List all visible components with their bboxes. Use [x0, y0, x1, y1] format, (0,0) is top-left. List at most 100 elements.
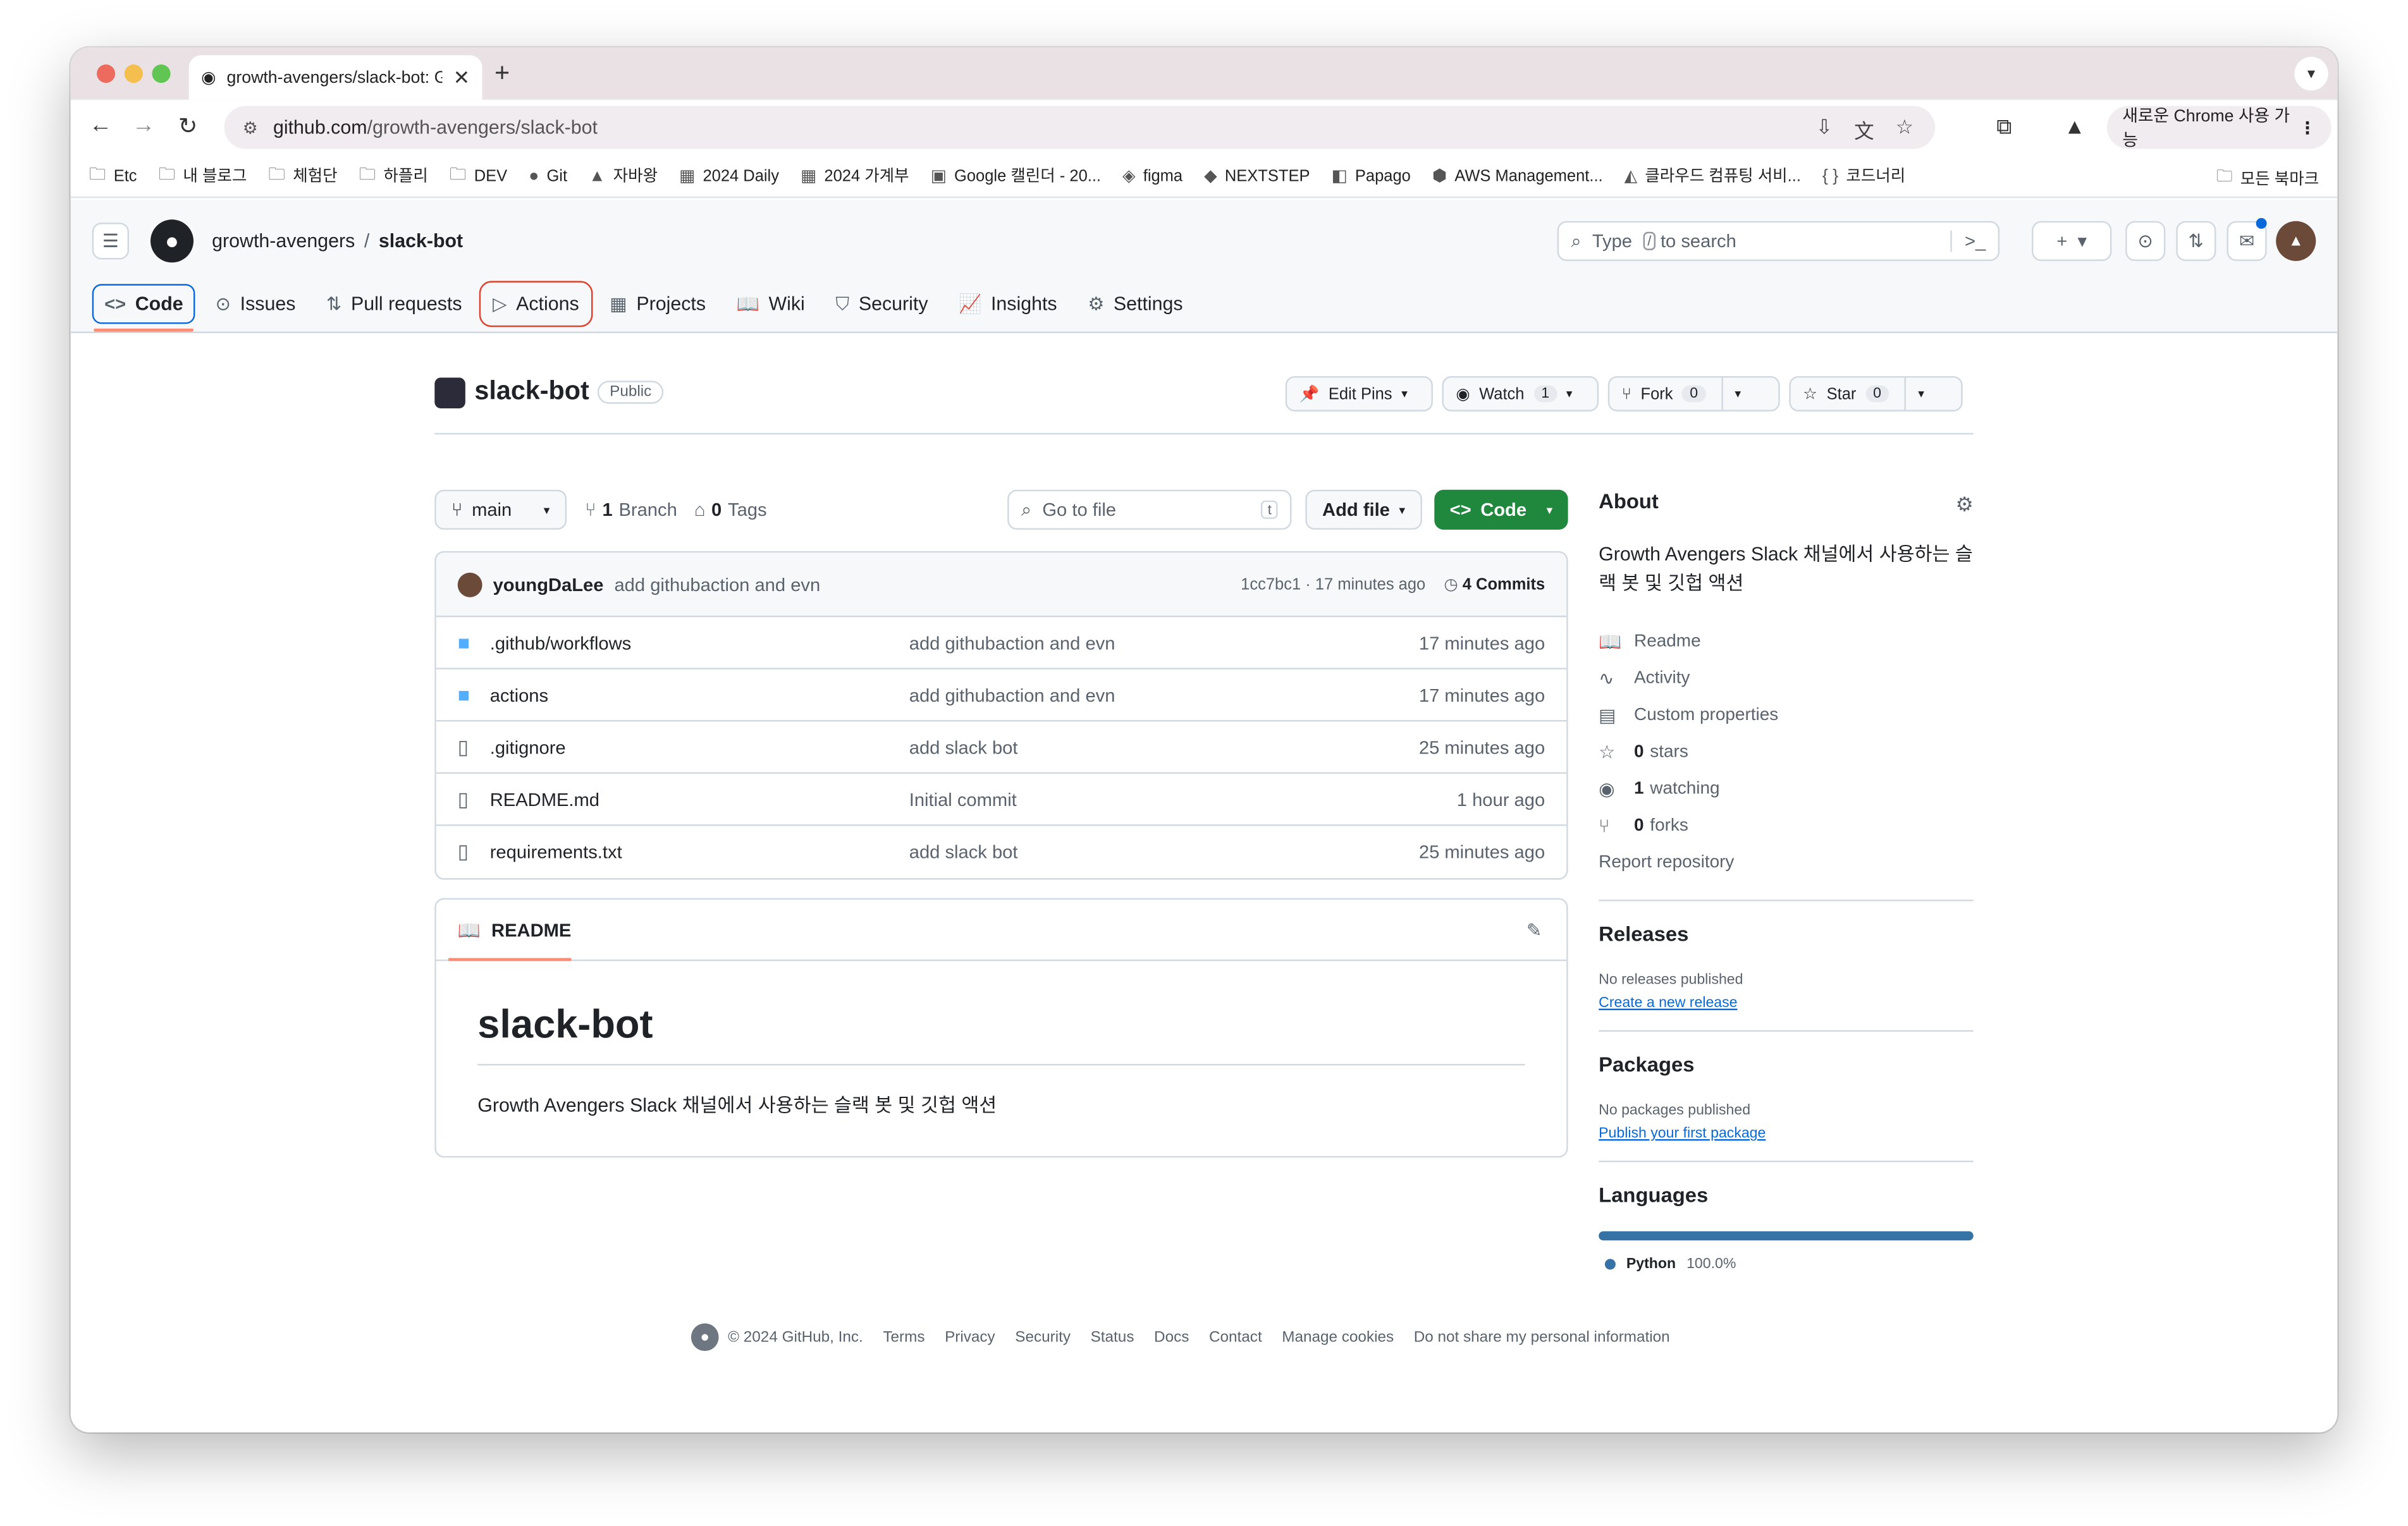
new-tab-button[interactable]: + — [494, 58, 510, 89]
commits-link[interactable]: ◷ 4 Commits — [1444, 575, 1545, 594]
github-logo-icon[interactable]: ● — [691, 1323, 719, 1352]
bookmark-item[interactable]: 🗀 내 블로그 — [159, 161, 247, 190]
commit-author-avatar[interactable] — [457, 571, 482, 597]
bookmark-item[interactable]: ● Git — [529, 167, 567, 185]
install-app-icon[interactable]: ⇩ — [1816, 115, 1833, 144]
github-logo-icon[interactable]: ● — [150, 219, 194, 263]
file-row[interactable]: ▯ .gitignore add slack bot 25 minutes ago — [436, 721, 1567, 774]
bookmark-item[interactable]: ▦ 2024 Daily — [679, 166, 779, 186]
add-file-button[interactable]: Add file ▾ — [1305, 489, 1422, 530]
file-commit-message[interactable]: add slack bot — [909, 841, 1018, 863]
file-commit-message[interactable]: add githubaction and evn — [909, 632, 1115, 653]
readme-tab[interactable]: 📖 README ✎ — [436, 900, 1567, 961]
pull-requests-icon[interactable]: ⇅ — [2176, 221, 2216, 261]
search-input[interactable]: ⌕ Type / to search >_ — [1557, 221, 2000, 261]
bookmark-item[interactable]: 🗀 체험단 — [268, 161, 337, 190]
pencil-icon[interactable]: ✎ — [1526, 919, 1542, 941]
tab-actions[interactable]: ▷ Actions — [479, 281, 593, 327]
tab-code[interactable]: <> Code — [92, 284, 196, 332]
footer-link[interactable]: Security — [1015, 1329, 1071, 1346]
activity-link[interactable]: ∿ Activity — [1599, 660, 1974, 697]
file-name[interactable]: README.md — [490, 788, 599, 810]
file-name[interactable]: requirements.txt — [490, 841, 622, 863]
file-commit-message[interactable]: add slack bot — [909, 736, 1018, 758]
commit-message[interactable]: add githubaction and evn — [614, 573, 820, 595]
maximize-window-button[interactable] — [152, 64, 171, 83]
command-palette-icon[interactable]: >_ — [1951, 230, 1986, 252]
file-row[interactable]: ■ actions add githubaction and evn 17 minut… — [436, 669, 1567, 722]
extensions-icon[interactable]: ⧉ — [1996, 114, 2012, 140]
stars-link[interactable]: ☆ 0 stars — [1599, 734, 1974, 771]
file-commit-message[interactable]: add githubaction and evn — [909, 684, 1115, 705]
packages-title[interactable]: Packages — [1599, 1053, 1974, 1076]
bookmark-item[interactable]: ◈ figma — [1122, 166, 1182, 186]
star-button[interactable]: ☆ Star 0 ▾ — [1789, 376, 1963, 412]
watch-button[interactable]: ◉ Watch 1 ▾ — [1442, 376, 1599, 412]
readme-link[interactable]: 📖 Readme — [1599, 623, 1974, 660]
back-arrow-icon[interactable]: ← — [89, 112, 112, 138]
footer-link[interactable]: Terms — [883, 1329, 924, 1346]
menu-icon[interactable]: ☰ — [92, 223, 130, 260]
branches-link[interactable]: ⑂ 1 Branch — [585, 499, 677, 520]
branch-selector[interactable]: ⑂ main ▾ — [434, 489, 567, 530]
file-name[interactable]: .github/workflows — [490, 632, 632, 653]
go-to-file-input[interactable]: ⌕ Go to file t — [1007, 489, 1292, 530]
breadcrumb-repo[interactable]: slack-bot — [379, 230, 463, 252]
commit-sha[interactable]: 1cc7bc1 — [1241, 575, 1301, 594]
address-bar[interactable]: ⚙ github.com/growth-avengers/slack-bot ⇩… — [224, 106, 1936, 149]
publish-package-link[interactable]: Publish your first package — [1599, 1125, 1974, 1142]
bookmark-item[interactable]: 🗀 DEV — [450, 161, 507, 190]
file-name[interactable]: .gitignore — [490, 736, 566, 758]
file-row[interactable]: ▯ README.md Initial commit 1 hour ago — [436, 774, 1567, 826]
tab-insights[interactable]: 📈 Insights — [948, 284, 1068, 324]
watching-link[interactable]: ◉ 1 watching — [1599, 771, 1974, 807]
chevron-down-icon[interactable]: ▾ — [1721, 377, 1741, 410]
footer-link[interactable]: Status — [1091, 1329, 1134, 1346]
tags-link[interactable]: ⌂ 0 Tags — [694, 499, 767, 520]
forks-link[interactable]: ⑂ 0 forks — [1599, 807, 1974, 844]
minimize-window-button[interactable] — [124, 64, 143, 83]
create-new-button[interactable]: + ▾ — [2032, 221, 2112, 261]
profile-avatar-icon[interactable]: ▲ — [2064, 114, 2086, 138]
reload-icon[interactable]: ↻ — [178, 112, 198, 140]
footer-link[interactable]: Do not share my personal information — [1414, 1329, 1670, 1346]
gear-icon[interactable]: ⚙ — [1955, 493, 1973, 518]
tab-wiki[interactable]: 📖 Wiki — [726, 284, 816, 324]
breadcrumb-owner[interactable]: growth-avengers — [212, 230, 355, 252]
bookmark-item[interactable]: 🗀 하플리 — [359, 161, 428, 190]
site-info-icon[interactable]: ⚙ — [243, 118, 258, 137]
repo-name[interactable]: slack-bot — [474, 376, 589, 407]
create-release-link[interactable]: Create a new release — [1599, 995, 1974, 1012]
tab-security[interactable]: ⛉ Security — [825, 284, 938, 324]
releases-title[interactable]: Releases — [1599, 923, 1974, 946]
chrome-update-button[interactable]: 새로운 Chrome 사용 가능 ⋮ — [2107, 106, 2331, 150]
forward-arrow-icon[interactable]: → — [132, 112, 155, 138]
tab-pull-requests[interactable]: ⇅ Pull requests — [316, 284, 473, 324]
tab-issues[interactable]: ⊙ Issues — [205, 284, 307, 324]
bookmark-item[interactable]: ◭ 클라우드 컴퓨팅 서비... — [1625, 164, 1801, 187]
footer-link[interactable]: Manage cookies — [1282, 1329, 1394, 1346]
bookmark-star-icon[interactable]: ☆ — [1896, 115, 1914, 144]
file-row[interactable]: ■ .github/workflows add githubaction and e… — [436, 617, 1567, 669]
bookmark-item[interactable]: ▲ 자바왕 — [589, 164, 658, 187]
edit-pins-button[interactable]: 📌 Edit Pins ▾ — [1285, 376, 1433, 412]
bookmark-item[interactable]: ⬢ AWS Management... — [1432, 166, 1603, 186]
chevron-down-icon[interactable]: ▾ — [1904, 377, 1924, 410]
bookmark-item[interactable]: ▦ 2024 가계부 — [801, 164, 909, 187]
all-bookmarks-button[interactable]: 🗀 모든 북마크 — [2216, 164, 2319, 192]
tab-search-chevron-icon[interactable]: ▾ — [2294, 56, 2328, 91]
file-name[interactable]: actions — [490, 684, 548, 705]
fork-button[interactable]: ⑂ Fork 0 ▾ — [1607, 376, 1780, 412]
bookmark-item[interactable]: ▣ Google 캘린더 - 20... — [931, 164, 1101, 187]
issues-icon[interactable]: ⊙ — [2125, 221, 2166, 261]
file-row[interactable]: ▯ requirements.txt add slack bot 25 minutes… — [436, 826, 1566, 879]
bookmark-item[interactable]: ◧ Papago — [1331, 166, 1410, 186]
user-avatar[interactable]: ▲ — [2276, 221, 2316, 261]
language-python[interactable]: Python 100.0% — [1599, 1256, 1974, 1273]
bookmark-item[interactable]: 🗀 Etc — [89, 161, 137, 190]
commit-author[interactable]: youngDaLee — [493, 573, 604, 595]
translate-icon[interactable]: 文 — [1854, 115, 1874, 144]
browser-tab[interactable]: ◉ growth-avengers/slack-bot: G ✕ — [188, 55, 482, 100]
tab-close-icon[interactable]: ✕ — [453, 65, 470, 90]
footer-link[interactable]: Privacy — [945, 1329, 995, 1346]
